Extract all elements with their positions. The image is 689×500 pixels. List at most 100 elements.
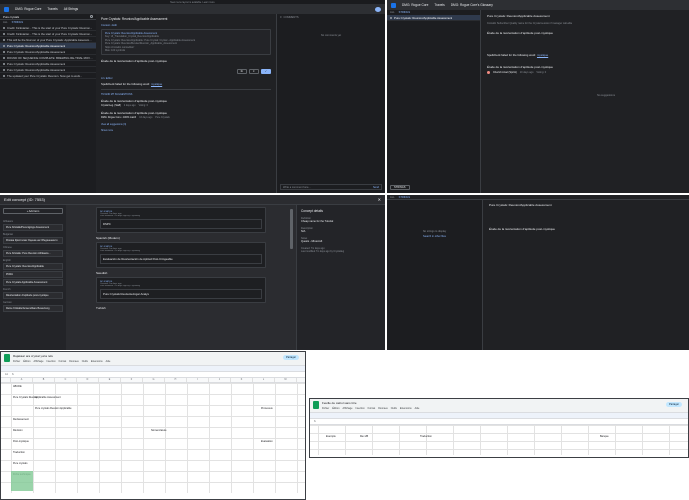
language-term[interactable]: Réorientation d'aptitude post-mystique <box>3 292 63 299</box>
menu-item[interactable]: Aide <box>415 407 420 410</box>
suggestion-text[interactable]: Étude de la réorientation d'aptitude pos… <box>101 111 271 115</box>
list-item[interactable]: Pure Crystals: Reunion/Applicable Assess… <box>387 15 480 21</box>
travels-tab[interactable]: Travels <box>434 3 444 7</box>
project-tab[interactable]: DMG: Rogue Core <box>402 3 428 7</box>
menu-item[interactable]: Édition <box>332 407 339 410</box>
context-link[interactable]: Context • Edit <box>101 24 271 27</box>
cell[interactable]: Rev 2B <box>360 435 400 438</box>
term-card[interactable]: NO STATUS Created: 7m days ago Last modifi… <box>96 242 266 268</box>
save-button[interactable]: ✓ <box>260 69 271 75</box>
language-term[interactable]: Pure Crystals: Reunion/Applicable <box>3 263 63 270</box>
search-icon[interactable] <box>90 15 93 18</box>
menu-item[interactable]: Insertion <box>355 407 364 410</box>
share-button[interactable]: Partager <box>283 355 299 360</box>
cell[interactable]: ABCDE <box>13 385 53 388</box>
project-tab[interactable]: DMG: Rogue Core <box>15 7 41 11</box>
target-text[interactable]: Étude de la réorientation d'aptitude pos… <box>489 227 685 231</box>
cell[interactable]: Nomenclature <box>151 429 191 432</box>
menu-item[interactable]: Affichage <box>343 407 353 410</box>
column-header[interactable]: L <box>253 378 275 382</box>
scrollbar[interactable] <box>290 209 293 249</box>
menu-item[interactable]: Données <box>378 407 388 410</box>
column-header[interactable]: I <box>187 378 209 382</box>
menu-item[interactable]: Extensions <box>400 407 412 410</box>
menu-item[interactable]: Outils <box>391 407 397 410</box>
comment-input[interactable]: Write a comment here... <box>283 186 371 189</box>
cell[interactable]: Reclassement <box>13 418 53 421</box>
suggestion-text[interactable]: Étude de la réorientation d'aptitude pos… <box>487 65 685 69</box>
column-header[interactable]: C <box>55 378 77 382</box>
column-header[interactable]: K <box>231 378 253 382</box>
suggestion-user[interactable]: DMG: Rogue Core • 100% match <box>101 116 136 119</box>
suggestion-text[interactable]: Étude de la réorientation d'aptitude pos… <box>101 99 271 103</box>
sheet-grid[interactable]: Exemple Rev 2B Traduction Banque <box>310 425 688 455</box>
view-all-link[interactable]: View all suggestions (3) <box>101 123 271 126</box>
ai-label[interactable]: AI • Editor <box>101 77 271 80</box>
search-input[interactable]: Pure crystals <box>3 15 88 19</box>
language-term[interactable]: PCRA <box>3 271 63 278</box>
tab-strings[interactable]: STRINGS <box>12 21 24 24</box>
term-card[interactable]: NO STATUS Created: 7m days ago Last modifi… <box>96 207 266 233</box>
menu-item[interactable]: Outils <box>82 360 88 363</box>
target-text[interactable]: Étude de la réorientation d'aptitude pos… <box>487 31 685 35</box>
column-header[interactable]: A <box>11 378 33 382</box>
menu-item[interactable]: Affichage <box>34 360 44 363</box>
column-header[interactable]: G <box>143 378 165 382</box>
menu-item[interactable]: Édition <box>23 360 30 363</box>
sheet-grid[interactable]: ABCDE Pure Crystals Reunion Applicable Ass… <box>1 383 305 493</box>
suggestion-user[interactable]: Cherish Arsel (Sprint) <box>493 71 517 74</box>
suggestion-item[interactable]: Étude de la réorientation d'aptitude pos… <box>101 111 271 119</box>
language-term[interactable]: Розова Кристални Оценка на Обединението <box>3 237 63 244</box>
language-term[interactable]: Reine Kristalle/Anwendbare Bewertung <box>3 305 63 312</box>
cell[interactable]: Révision <box>13 429 53 432</box>
cell[interactable]: Évaluation <box>261 440 301 443</box>
comment-send-button[interactable]: Send <box>373 186 379 189</box>
target-text[interactable]: Étude de la réorientation d'aptitude pos… <box>101 59 271 63</box>
term-text[interactable]: Evaluación de Reorientación de Aptitud P… <box>100 254 262 264</box>
cell[interactable]: Banque <box>600 435 640 438</box>
menu-item[interactable]: Aide <box>106 360 111 363</box>
cell[interactable]: Applicable Assessment <box>35 396 75 399</box>
clear-button[interactable]: ✕ <box>248 69 259 75</box>
menu-item[interactable]: Insertion <box>46 360 55 363</box>
menu-item[interactable]: Format <box>368 407 376 410</box>
tab-all[interactable]: ALL <box>3 21 8 24</box>
column-header[interactable]: B <box>33 378 55 382</box>
menu-item[interactable]: Format <box>59 360 67 363</box>
suggestion-user[interactable]: Crystal Leg. (Staff) <box>101 104 121 107</box>
tab-all[interactable]: ALL <box>390 196 395 199</box>
cell-reference[interactable]: A1 <box>5 373 8 376</box>
cell[interactable]: Processus <box>261 407 301 410</box>
column-header[interactable]: J <box>209 378 231 382</box>
close-icon[interactable]: ✕ <box>378 197 381 202</box>
cell[interactable]: Traduction <box>420 435 460 438</box>
column-header[interactable]: M <box>275 378 297 382</box>
document-title[interactable]: Feuille de calcul sans titre <box>322 401 357 405</box>
glossary-tab[interactable]: DMG: Rogue Core's Glossary <box>451 3 493 7</box>
column-header[interactable]: E <box>99 378 121 382</box>
language-term[interactable]: Pure Kristalle/Herenigings Assessment <box>3 224 63 231</box>
travels-tab[interactable]: Travels <box>47 7 57 11</box>
spellcheck-word[interactable]: mystique <box>151 82 162 86</box>
menu-item[interactable]: Fichier <box>13 360 20 363</box>
column-header[interactable]: H <box>165 378 187 382</box>
search-other-files-link[interactable]: Search in other files <box>387 235 482 238</box>
add-term-button[interactable]: + Add term <box>3 208 63 214</box>
share-button[interactable]: Partager <box>666 402 682 407</box>
suggestion-item[interactable]: Étude de la réorientation d'aptitude pos… <box>101 99 271 107</box>
term-text[interactable]: DSPC <box>100 219 262 229</box>
menu-item[interactable]: Données <box>69 360 79 363</box>
all-strings-tab[interactable]: All Strings <box>64 7 78 11</box>
menu-item[interactable]: Extensions <box>91 360 103 363</box>
cell[interactable]: Post-mystique <box>13 440 53 443</box>
menu-item[interactable]: Fichier <box>322 407 329 410</box>
tab-strings[interactable]: STRINGS <box>399 11 411 14</box>
copy-source-button[interactable]: ⧉ <box>236 69 247 75</box>
strings-button[interactable]: STRINGS <box>390 185 410 190</box>
term-text[interactable]: Pure Crystals Reorienteringar Analys <box>100 289 262 299</box>
avatar-icon[interactable] <box>375 6 381 12</box>
language-term[interactable]: Pure Crystals Applicable Assessment <box>3 279 63 286</box>
spellcheck-word[interactable]: mystique <box>537 53 548 57</box>
column-header[interactable]: D <box>77 378 99 382</box>
cell[interactable]: Traduction <box>13 451 53 454</box>
